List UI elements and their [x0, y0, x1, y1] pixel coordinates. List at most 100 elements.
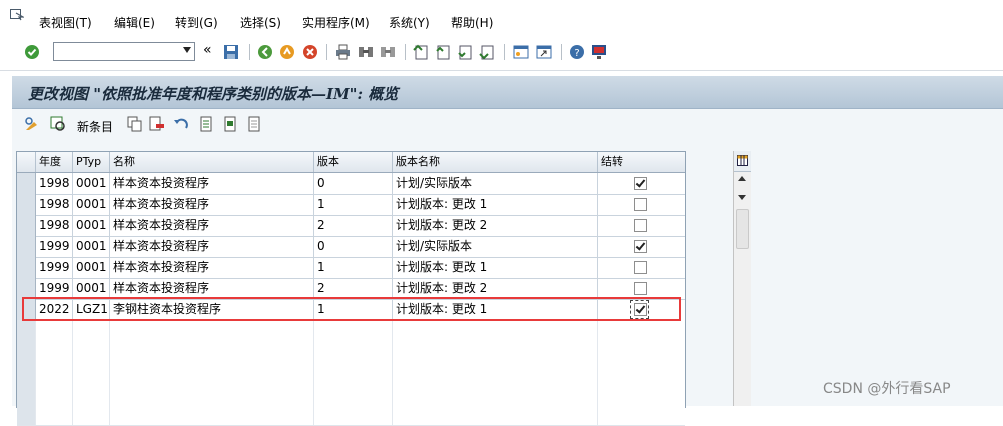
menu-table-view[interactable]: 表视图(T) [39, 14, 92, 31]
copy-icon[interactable] [127, 116, 143, 132]
row-selector[interactable] [17, 194, 36, 215]
menu-selection[interactable]: 选择(S) [240, 14, 281, 31]
row-selector[interactable] [17, 320, 36, 341]
cell-year[interactable]: 1999 [36, 236, 73, 257]
cell-ptyp[interactable]: 0001 [73, 194, 110, 215]
menu-goto[interactable]: 转到(G) [175, 14, 218, 31]
cell-name[interactable]: 样本资本投资程序 [110, 236, 314, 257]
cell-year[interactable]: 1998 [36, 173, 73, 194]
carry-forward-checkbox[interactable] [634, 177, 647, 190]
column-carry-forward[interactable]: 结转 [598, 152, 685, 172]
cell-version-name[interactable]: 计划版本: 更改 1 [393, 194, 598, 215]
carry-forward-checkbox[interactable] [634, 261, 647, 274]
vertical-scrollbar[interactable] [733, 151, 751, 406]
row-selector[interactable] [17, 236, 36, 257]
enter-check-icon[interactable] [24, 44, 40, 60]
carry-forward-checkbox[interactable] [634, 240, 647, 253]
empty-table-row[interactable] [17, 320, 685, 342]
select-all-rows-cell[interactable] [17, 152, 36, 172]
command-dropdown-icon[interactable] [183, 47, 191, 53]
carry-forward-checkbox[interactable] [634, 282, 647, 295]
table-settings-button[interactable] [734, 151, 751, 172]
cell-version[interactable]: 2 [314, 278, 393, 299]
carry-forward-checkbox[interactable] [634, 219, 647, 232]
cell-version[interactable]: 2 [314, 215, 393, 236]
cell-version-name[interactable]: 计划版本: 更改 2 [393, 278, 598, 299]
back-chevrons[interactable]: « [203, 42, 212, 58]
scroll-thumb[interactable] [736, 209, 749, 249]
cell-year[interactable]: 1999 [36, 257, 73, 278]
find-next-icon[interactable] [380, 44, 396, 60]
cell-version[interactable]: 0 [314, 236, 393, 257]
cancel-icon[interactable] [302, 44, 318, 60]
deselect-all-icon[interactable] [247, 116, 263, 132]
cell-name[interactable]: 样本资本投资程序 [110, 173, 314, 194]
delete-icon[interactable] [149, 116, 165, 132]
cell-name[interactable]: 样本资本投资程序 [110, 194, 314, 215]
cell-year[interactable]: 1998 [36, 215, 73, 236]
previous-page-icon[interactable] [435, 44, 451, 60]
cell-version[interactable]: 0 [314, 173, 393, 194]
cell-ptyp[interactable]: 0001 [73, 278, 110, 299]
cell-version[interactable]: 1 [314, 194, 393, 215]
help-icon[interactable]: ? [569, 44, 585, 60]
menu-utilities[interactable]: 实用程序(M) [302, 14, 370, 31]
empty-table-row[interactable] [17, 404, 685, 426]
shortcut-icon[interactable] [536, 44, 552, 60]
cell-version-name[interactable]: 计划/实际版本 [393, 236, 598, 257]
new-entries-button[interactable]: 新条目 [77, 118, 113, 135]
row-selector[interactable] [17, 278, 36, 299]
cell-name[interactable]: 样本资本投资程序 [110, 278, 314, 299]
cell-ptyp[interactable]: 0001 [73, 215, 110, 236]
next-page-icon[interactable] [457, 44, 473, 60]
menu-system[interactable]: 系统(Y) [389, 14, 430, 31]
cell-version-name[interactable]: 计划/实际版本 [393, 173, 598, 194]
display-change-icon[interactable] [24, 116, 40, 132]
scroll-up-icon[interactable] [738, 176, 746, 181]
cell-year[interactable]: 1999 [36, 278, 73, 299]
find-icon[interactable] [358, 44, 374, 60]
menu-edit[interactable]: 编辑(E) [114, 14, 155, 31]
save-icon[interactable] [223, 44, 239, 60]
last-page-icon[interactable] [479, 44, 495, 60]
command-field[interactable] [53, 42, 195, 61]
scroll-down-icon[interactable] [738, 195, 746, 200]
cell-version-name[interactable]: 计划版本: 更改 1 [393, 257, 598, 278]
cell-year[interactable]: 1998 [36, 194, 73, 215]
cell-ptyp[interactable]: 0001 [73, 257, 110, 278]
undo-icon[interactable] [173, 116, 189, 132]
menu-help[interactable]: 帮助(H) [451, 14, 493, 31]
carry-forward-checkbox[interactable] [634, 198, 647, 211]
column-year[interactable]: 年度 [36, 152, 73, 172]
back-icon[interactable] [257, 44, 273, 60]
column-name[interactable]: 名称 [110, 152, 314, 172]
cell-version[interactable]: 1 [314, 257, 393, 278]
row-selector[interactable] [17, 383, 36, 404]
cell-ptyp[interactable]: 0001 [73, 236, 110, 257]
first-page-icon[interactable] [413, 44, 429, 60]
select-all-icon[interactable] [199, 116, 215, 132]
empty-table-row[interactable] [17, 383, 685, 405]
new-session-icon[interactable] [513, 44, 529, 60]
cell-version-name[interactable]: 计划版本: 更改 2 [393, 215, 598, 236]
row-selector[interactable] [17, 341, 36, 362]
display-icon[interactable] [50, 116, 66, 132]
select-block-icon[interactable] [223, 116, 239, 132]
column-version[interactable]: 版本 [314, 152, 393, 172]
row-selector[interactable] [17, 215, 36, 236]
column-ptyp[interactable]: PTyp [73, 152, 110, 172]
cell-name[interactable]: 样本资本投资程序 [110, 257, 314, 278]
empty-table-row[interactable] [17, 362, 685, 384]
column-version-name[interactable]: 版本名称 [393, 152, 598, 172]
command-input[interactable] [54, 43, 175, 58]
row-selector[interactable] [17, 362, 36, 383]
menu-window-icon[interactable] [10, 9, 24, 21]
empty-table-row[interactable] [17, 341, 685, 363]
exit-icon[interactable] [279, 44, 295, 60]
row-selector[interactable] [17, 404, 36, 425]
customize-layout-icon[interactable] [591, 44, 607, 60]
cell-ptyp[interactable]: 0001 [73, 173, 110, 194]
row-selector[interactable] [17, 173, 36, 194]
row-selector[interactable] [17, 257, 36, 278]
print-icon[interactable] [335, 44, 351, 60]
